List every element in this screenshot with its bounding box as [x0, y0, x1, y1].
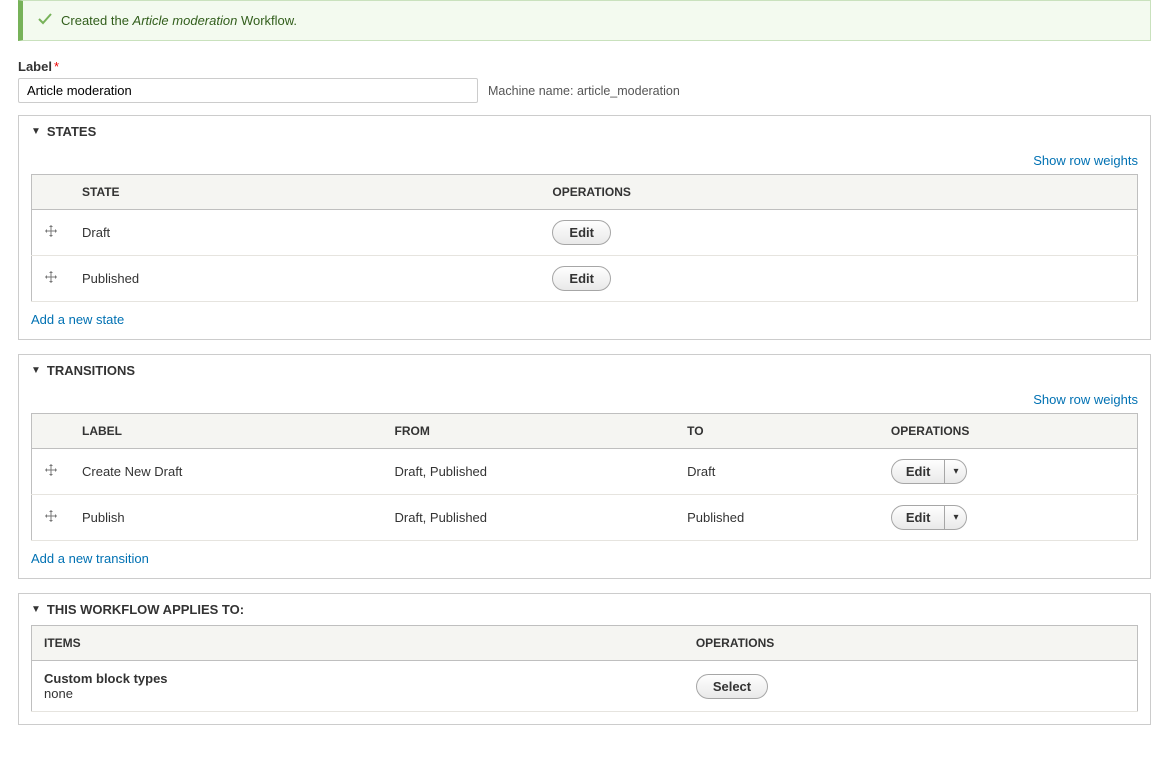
transitions-show-weights-link[interactable]: Show row weights — [1033, 392, 1138, 407]
transitions-table: Label From To Operations Create New Draf… — [31, 413, 1138, 541]
drag-icon[interactable] — [44, 270, 58, 284]
edit-button[interactable]: Edit — [892, 506, 945, 529]
caret-down-icon: ▼ — [31, 604, 41, 615]
applies-to-summary[interactable]: ▼ This workflow applies to: — [19, 594, 1150, 625]
transition-to: Published — [675, 495, 879, 541]
machine-name-label: Machine name: — [488, 84, 573, 98]
drag-icon[interactable] — [44, 463, 58, 477]
caret-down-icon: ▼ — [31, 126, 41, 137]
state-name: Draft — [70, 210, 540, 256]
transition-ops-dropbutton: Edit ▾ — [891, 505, 968, 530]
applies-item-sub: none — [44, 686, 672, 701]
machine-name-value: article_moderation — [577, 84, 680, 98]
transitions-th-operations: Operations — [879, 414, 1138, 449]
states-summary[interactable]: ▼ States — [19, 116, 1150, 147]
required-marker: * — [54, 59, 59, 74]
dropdown-toggle[interactable]: ▾ — [944, 506, 966, 529]
table-row: Custom block types none Select — [32, 661, 1138, 712]
states-show-weights-link[interactable]: Show row weights — [1033, 153, 1138, 168]
applies-item-title: Custom block types — [44, 671, 672, 686]
applies-to-section: ▼ This workflow applies to: Items Operat… — [18, 593, 1151, 725]
states-table: State Operations Draft Edit Published Ed… — [31, 174, 1138, 302]
edit-button[interactable]: Edit — [892, 460, 945, 483]
transition-from: Draft, Published — [383, 449, 676, 495]
applies-to-title: This workflow applies to: — [47, 602, 244, 617]
drag-icon[interactable] — [44, 224, 58, 238]
transition-label: Publish — [70, 495, 383, 541]
status-message: Created the Article moderation Workflow. — [18, 0, 1151, 41]
transitions-title: Transitions — [47, 363, 135, 378]
applies-to-table: Items Operations Custom block types none… — [31, 625, 1138, 712]
states-th-drag — [32, 175, 71, 210]
states-section: ▼ States Show row weights State Operatio… — [18, 115, 1151, 340]
states-th-operations: Operations — [540, 175, 1137, 210]
add-transition-link[interactable]: Add a new transition — [31, 551, 149, 566]
transition-from: Draft, Published — [383, 495, 676, 541]
check-icon — [37, 11, 53, 30]
dropdown-toggle[interactable]: ▾ — [944, 460, 966, 483]
transitions-th-label: Label — [70, 414, 383, 449]
transitions-summary[interactable]: ▼ Transitions — [19, 355, 1150, 386]
transitions-th-from: From — [383, 414, 676, 449]
transition-to: Draft — [675, 449, 879, 495]
status-message-text: Created the Article moderation Workflow. — [61, 13, 297, 28]
applies-th-items: Items — [32, 626, 684, 661]
state-name: Published — [70, 256, 540, 302]
transition-ops-dropbutton: Edit ▾ — [891, 459, 968, 484]
table-row: Publish Draft, Published Published Edit … — [32, 495, 1138, 541]
drag-icon[interactable] — [44, 509, 58, 523]
transition-label: Create New Draft — [70, 449, 383, 495]
label-input[interactable] — [18, 78, 478, 103]
transitions-section: ▼ Transitions Show row weights Label Fro… — [18, 354, 1151, 579]
caret-down-icon: ▼ — [31, 365, 41, 376]
status-message-prefix: Created the — [61, 13, 133, 28]
add-state-link[interactable]: Add a new state — [31, 312, 124, 327]
transitions-th-to: To — [675, 414, 879, 449]
label-label: Label — [18, 59, 52, 74]
label-form-row: Label* Machine name: article_moderation — [18, 59, 1151, 103]
machine-name-display: Machine name: article_moderation — [488, 84, 680, 98]
status-message-emph: Article moderation — [133, 13, 238, 28]
edit-button[interactable]: Edit — [552, 220, 611, 245]
applies-th-operations: Operations — [684, 626, 1138, 661]
chevron-down-icon: ▾ — [953, 466, 958, 477]
edit-button[interactable]: Edit — [552, 266, 611, 291]
chevron-down-icon: ▾ — [953, 512, 958, 523]
states-th-state: State — [70, 175, 540, 210]
table-row: Draft Edit — [32, 210, 1138, 256]
table-row: Published Edit — [32, 256, 1138, 302]
states-title: States — [47, 124, 96, 139]
status-message-suffix: Workflow. — [237, 13, 297, 28]
table-row: Create New Draft Draft, Published Draft … — [32, 449, 1138, 495]
transitions-th-drag — [32, 414, 71, 449]
select-button[interactable]: Select — [696, 674, 768, 699]
